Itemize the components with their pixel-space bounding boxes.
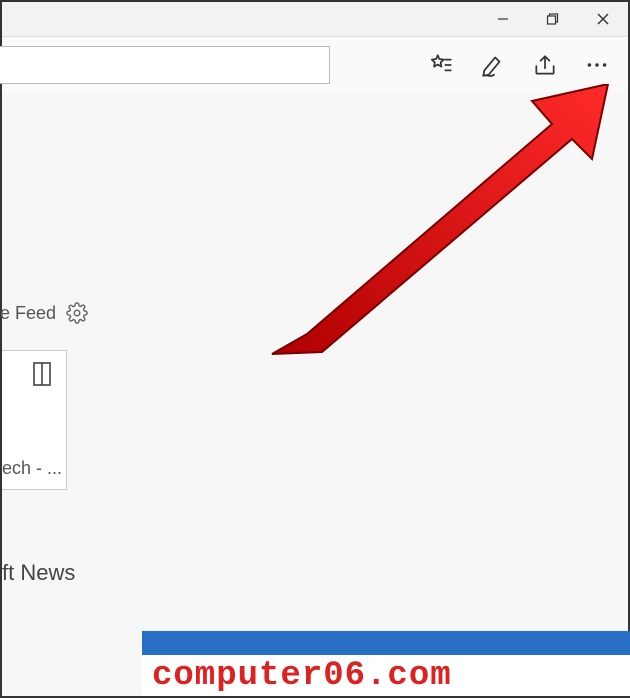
address-input[interactable] xyxy=(0,46,330,84)
news-section-label: ft News xyxy=(2,560,628,586)
minimize-icon xyxy=(496,12,510,26)
gear-icon xyxy=(66,302,88,324)
watermark: computer06.com xyxy=(142,631,630,696)
site-tile[interactable]: ech - ... xyxy=(2,350,67,490)
close-icon xyxy=(596,12,610,26)
favorites-button[interactable] xyxy=(418,42,464,88)
share-icon xyxy=(532,52,558,78)
share-button[interactable] xyxy=(522,42,568,88)
browser-toolbar xyxy=(2,37,628,92)
settings-more-button[interactable] xyxy=(574,42,620,88)
feed-label: e Feed xyxy=(0,303,56,324)
watermark-stripe xyxy=(142,631,630,655)
web-notes-button[interactable] xyxy=(470,42,516,88)
browser-window: e Feed ech - ... ft News computer06.com xyxy=(0,0,630,698)
feed-header: e Feed xyxy=(0,302,628,324)
restore-icon xyxy=(546,12,560,26)
window-close-button[interactable] xyxy=(578,2,628,37)
window-titlebar xyxy=(2,2,628,37)
feed-settings-button[interactable] xyxy=(66,302,88,324)
watermark-text: computer06.com xyxy=(142,655,630,696)
start-page-content: e Feed ech - ... ft News xyxy=(2,92,628,696)
site-tile-icon xyxy=(32,361,56,394)
window-restore-button[interactable] xyxy=(528,2,578,37)
pen-icon xyxy=(480,52,506,78)
favorites-list-icon xyxy=(428,52,454,78)
more-icon xyxy=(584,52,610,78)
site-tile-label: ech - ... xyxy=(2,458,60,479)
page-icon xyxy=(32,361,56,389)
window-minimize-button[interactable] xyxy=(478,2,528,37)
